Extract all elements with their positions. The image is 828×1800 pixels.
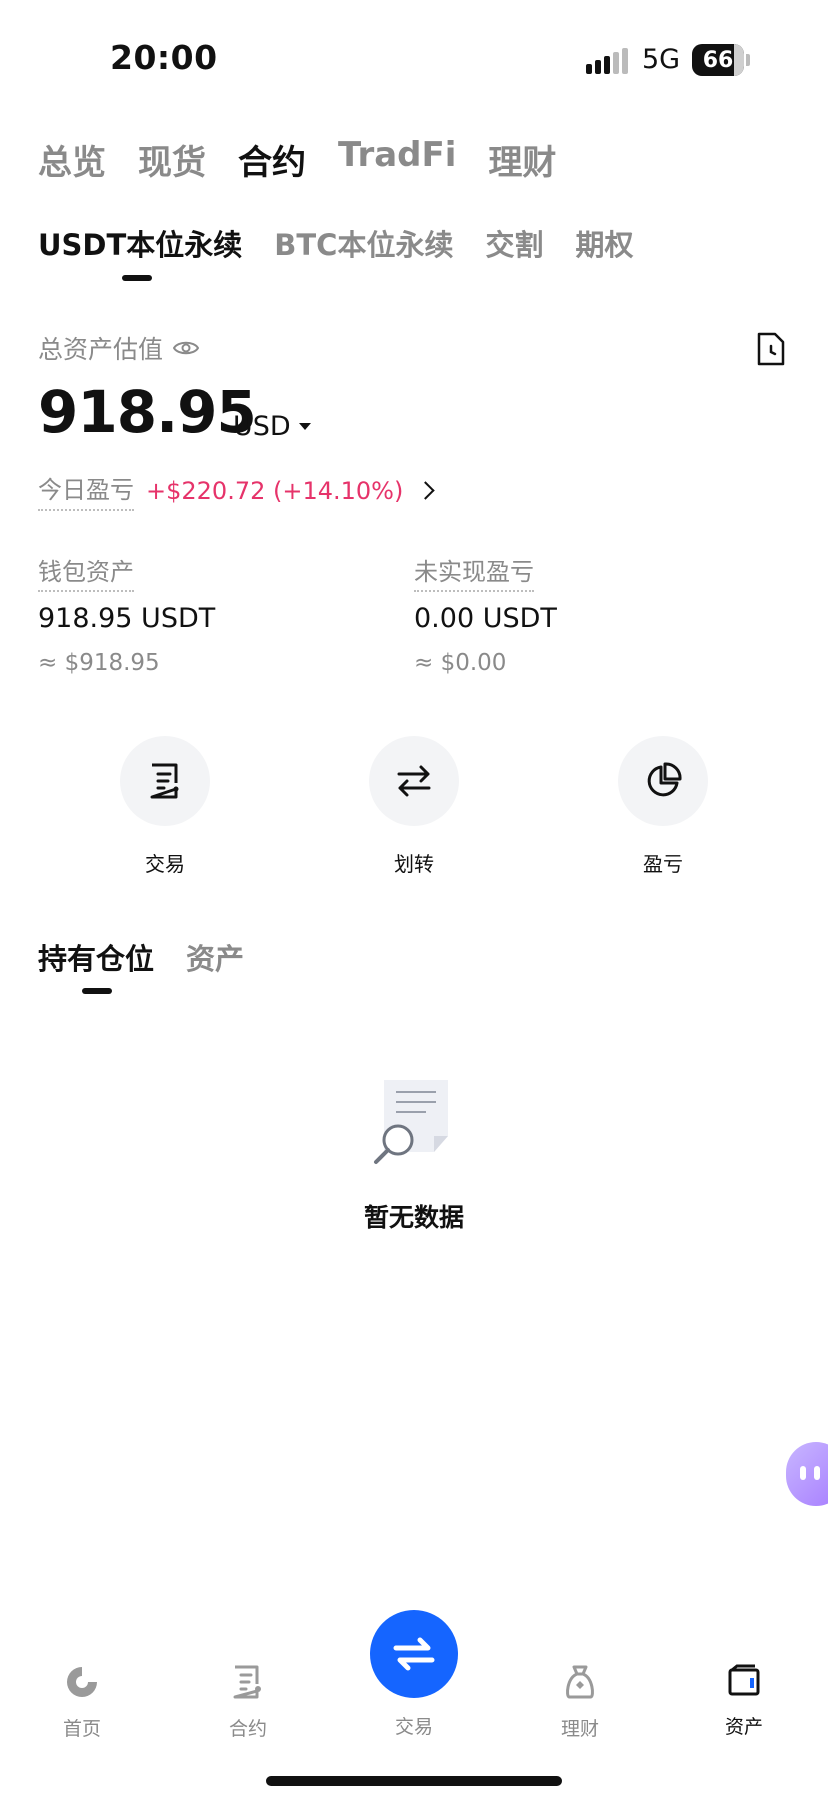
wallet-assets-approx: ≈ $918.95 <box>38 650 160 676</box>
today-pnl-label: 今日盈亏 <box>38 470 134 511</box>
assistant-float-button[interactable] <box>786 1442 828 1506</box>
nav-trade-label: 交易 <box>394 1716 433 1738</box>
pie-chart-icon <box>647 762 682 797</box>
today-pnl-row[interactable]: 今日盈亏 +$220.72 (+14.10%) <box>38 470 436 511</box>
wallet-assets-value: 918.95 USDT <box>38 603 216 634</box>
nav-home[interactable]: 首页 <box>22 1664 142 1741</box>
transfer-icon <box>397 765 431 797</box>
battery-icon: 66 <box>692 44 744 76</box>
nav-finance[interactable]: 理财 <box>520 1664 640 1741</box>
tab-earn[interactable]: 理财 <box>488 135 556 184</box>
eye-icon[interactable] <box>173 339 200 357</box>
nav-assets-label: 资产 <box>724 1716 763 1738</box>
swap-icon <box>393 1637 435 1671</box>
empty-search-doc-icon <box>374 1080 448 1164</box>
unrealized-pnl-block: 未实现盈亏 0.00 USDT ≈ $0.00 <box>414 552 557 676</box>
unrealized-pnl-approx: ≈ $0.00 <box>414 650 507 676</box>
unrealized-pnl-value: 0.00 USDT <box>414 603 557 634</box>
action-pnl[interactable]: 盈亏 <box>583 736 743 877</box>
top-tabs: 总览 现货 合约 TradFi 理财 <box>38 135 556 184</box>
status-time: 20:00 <box>110 38 218 77</box>
battery-tip <box>746 54 750 66</box>
action-pnl-label: 盈亏 <box>643 852 683 876</box>
caret-down-icon <box>298 423 311 430</box>
currency-selector[interactable]: USD <box>233 411 311 442</box>
wallet-assets-label[interactable]: 钱包资产 <box>38 558 134 592</box>
trade-doc-icon <box>150 763 179 799</box>
subtab-usdt-perpetual[interactable]: USDT本位永续 <box>38 222 242 264</box>
tab-futures[interactable]: 合约 <box>238 135 306 184</box>
tab-overview[interactable]: 总览 <box>38 135 106 184</box>
chevron-right-icon <box>416 481 436 500</box>
wallet-icon <box>728 1664 760 1696</box>
position-tab-indicator <box>82 988 112 994</box>
unrealized-pnl-label[interactable]: 未实现盈亏 <box>414 558 534 592</box>
position-tabs: 持有仓位 资产 <box>38 936 244 978</box>
action-trade[interactable]: 交易 <box>85 736 245 877</box>
signal-icon <box>586 48 630 74</box>
subtab-delivery[interactable]: 交割 <box>485 222 543 264</box>
nav-trade-button[interactable] <box>370 1610 458 1698</box>
contract-icon <box>233 1665 261 1699</box>
action-transfer-label: 划转 <box>394 852 434 876</box>
nav-contract-label: 合约 <box>228 1718 267 1740</box>
home-indicator <box>266 1776 562 1786</box>
battery-level: 66 <box>702 47 734 73</box>
total-label-text: 总资产估值 <box>38 335 164 364</box>
nav-assets[interactable]: 资产 <box>684 1664 804 1739</box>
history-document-icon[interactable] <box>756 332 786 366</box>
subtab-active-indicator <box>122 275 152 281</box>
today-pnl-value: +$220.72 (+14.10%) <box>146 476 404 505</box>
subtab-options[interactable]: 期权 <box>575 222 633 264</box>
tab-spot[interactable]: 现货 <box>138 135 206 184</box>
tab-assets[interactable]: 资产 <box>186 936 244 978</box>
nav-finance-label: 理财 <box>560 1718 599 1740</box>
nav-home-label: 首页 <box>62 1718 101 1740</box>
action-trade-label: 交易 <box>145 852 185 876</box>
tab-tradfi[interactable]: TradFi <box>338 135 456 184</box>
total-assets-label: 总资产估值 <box>38 330 200 366</box>
total-assets-amount: 918.95 <box>38 378 257 446</box>
home-logo-icon <box>67 1667 97 1697</box>
sub-tabs: USDT本位永续 BTC本位永续 交割 期权 <box>38 222 634 264</box>
wallet-assets-block: 钱包资产 918.95 USDT ≈ $918.95 <box>38 552 215 676</box>
empty-state-text: 暂无数据 <box>363 1203 464 1232</box>
currency-label: USD <box>233 411 291 442</box>
network-label: 5G <box>642 44 681 75</box>
nav-contract[interactable]: 合约 <box>188 1664 308 1741</box>
finance-bag-icon <box>566 1665 594 1699</box>
tab-open-positions[interactable]: 持有仓位 <box>38 936 154 978</box>
action-transfer[interactable]: 划转 <box>334 736 494 877</box>
subtab-btc-perpetual[interactable]: BTC本位永续 <box>274 222 453 264</box>
